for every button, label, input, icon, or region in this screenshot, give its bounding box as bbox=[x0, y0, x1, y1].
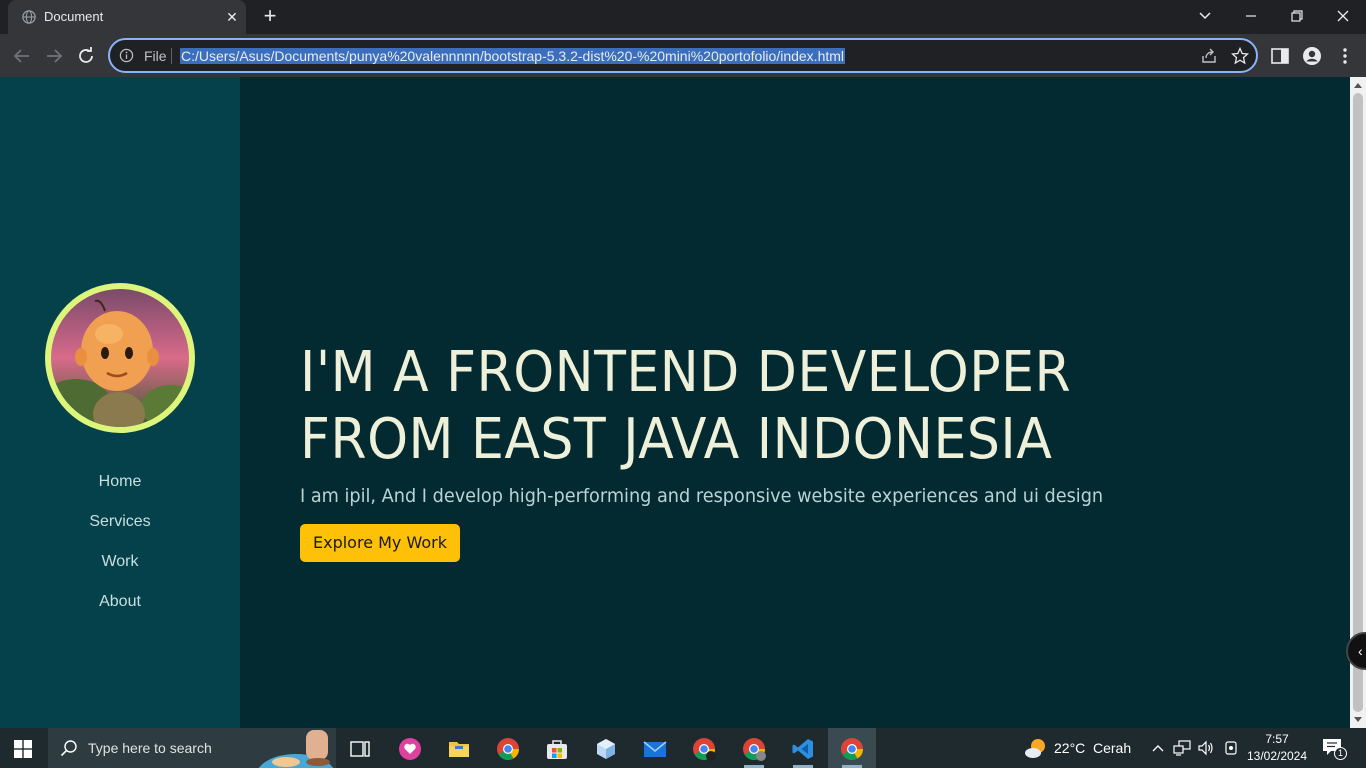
tray-chevron-up-icon[interactable] bbox=[1151, 741, 1165, 755]
weather-desc[interactable]: Cerah bbox=[1093, 740, 1131, 756]
vscode-icon bbox=[792, 739, 813, 759]
mail-app[interactable] bbox=[631, 728, 679, 768]
notification-center[interactable]: 1 bbox=[1322, 738, 1347, 760]
hero-section: I'M A FRONTEND DEVELOPER FROM EAST JAVA … bbox=[300, 339, 1300, 562]
clock-time: 7:57 bbox=[1265, 732, 1289, 746]
nav-work[interactable]: Work bbox=[0, 550, 240, 590]
volume-icon[interactable] bbox=[1197, 740, 1215, 756]
nav-about[interactable]: About bbox=[0, 590, 240, 630]
minimize-icon[interactable] bbox=[1237, 3, 1265, 29]
sidebar: Home Services Work About bbox=[0, 77, 240, 728]
nav-home[interactable]: Home bbox=[0, 470, 240, 510]
vscode-app[interactable] bbox=[779, 728, 827, 768]
cube-icon bbox=[597, 739, 615, 759]
new-tab-button[interactable]: + bbox=[258, 5, 282, 29]
chrome-icon bbox=[497, 738, 519, 760]
tab-title: Document bbox=[44, 9, 104, 24]
share-icon[interactable] bbox=[1200, 47, 1218, 65]
chat-heart-icon bbox=[399, 738, 421, 760]
address-bar[interactable]: File C:/Users/Asus/Documents/punya%20val… bbox=[108, 38, 1258, 73]
info-icon[interactable] bbox=[119, 48, 134, 63]
browser-toolbar: File C:/Users/Asus/Documents/punya%20val… bbox=[0, 34, 1366, 77]
chrome-active-app[interactable] bbox=[828, 728, 876, 768]
scroll-thumb[interactable] bbox=[1353, 93, 1363, 712]
avatar-image bbox=[51, 289, 189, 427]
notification-badge: 1 bbox=[1334, 747, 1347, 760]
side-panel-icon[interactable] bbox=[1270, 46, 1290, 66]
chrome-profile-one-app[interactable] bbox=[680, 728, 728, 768]
chrome-icon bbox=[841, 738, 863, 760]
tab-document[interactable]: Document ✕ bbox=[8, 0, 246, 34]
network-icon[interactable] bbox=[1173, 740, 1191, 756]
chrome-profile-icon bbox=[743, 738, 766, 761]
search-placeholder: Type here to search bbox=[88, 740, 212, 756]
clock-date: 13/02/2024 bbox=[1246, 749, 1308, 763]
restore-icon[interactable] bbox=[1283, 3, 1311, 29]
omnibox-divider bbox=[171, 48, 172, 64]
weather-temp[interactable]: 22°C bbox=[1054, 740, 1085, 756]
bookmark-star-icon[interactable] bbox=[1231, 47, 1249, 65]
reload-icon[interactable] bbox=[73, 43, 99, 69]
chrome-app[interactable] bbox=[484, 728, 532, 768]
search-highlight-illustration bbox=[258, 730, 334, 768]
meet-now-icon[interactable] bbox=[1222, 740, 1240, 756]
task-view-icon bbox=[350, 741, 370, 757]
hero-title-line-2: FROM EAST JAVA INDONESIA bbox=[300, 407, 1053, 472]
url-text[interactable]: C:/Users/Asus/Documents/punya%20valennnn… bbox=[180, 48, 846, 64]
forward-arrow-icon[interactable] bbox=[41, 43, 67, 69]
globe-icon bbox=[22, 10, 36, 24]
url-scheme-label: File bbox=[144, 48, 167, 64]
scroll-up-arrow-icon[interactable] bbox=[1354, 83, 1362, 88]
weather-sun-cloud-icon[interactable] bbox=[1024, 737, 1048, 759]
profile-icon[interactable] bbox=[1302, 46, 1322, 66]
page-viewport: Home Services Work About I'M A FRONTEND … bbox=[0, 77, 1350, 728]
hero-subtitle: I am ipil, And I develop high-performing… bbox=[300, 485, 1104, 507]
file-explorer-app[interactable] bbox=[435, 728, 483, 768]
task-view-app[interactable] bbox=[336, 728, 384, 768]
taskbar-search[interactable]: Type here to search bbox=[48, 728, 336, 768]
hero-title-line-1: I'M A FRONTEND DEVELOPER bbox=[300, 340, 1072, 405]
microsoft-store-app[interactable] bbox=[533, 728, 581, 768]
windows-start-icon[interactable] bbox=[14, 740, 32, 758]
system-clock[interactable]: 7:57 13/02/2024 bbox=[1244, 731, 1310, 765]
avatar bbox=[45, 283, 195, 433]
scroll-down-arrow-icon[interactable] bbox=[1354, 717, 1362, 722]
close-window-icon[interactable] bbox=[1329, 3, 1357, 29]
tab-strip: Document ✕ + bbox=[0, 0, 1366, 34]
search-icon bbox=[60, 740, 77, 757]
nav-services[interactable]: Services bbox=[0, 510, 240, 550]
store-bag-icon bbox=[547, 740, 567, 759]
chrome-profile-icon bbox=[693, 738, 716, 761]
hero-title: I'M A FRONTEND DEVELOPER FROM EAST JAVA … bbox=[300, 339, 1230, 473]
folder-icon bbox=[449, 742, 469, 757]
chrome-profile-two-app[interactable] bbox=[730, 728, 778, 768]
kebab-menu-icon[interactable] bbox=[1335, 46, 1355, 66]
vertical-scrollbar[interactable] bbox=[1350, 77, 1366, 728]
back-arrow-icon[interactable] bbox=[9, 43, 35, 69]
mail-icon bbox=[643, 741, 667, 757]
cube-app[interactable] bbox=[582, 728, 630, 768]
tab-search-chevron-icon[interactable] bbox=[1191, 3, 1219, 29]
tab-close-icon[interactable]: ✕ bbox=[224, 9, 240, 25]
taskbar: Type here to search 22°C Cerah 7:57 13/0… bbox=[0, 728, 1366, 768]
sidebar-nav: Home Services Work About bbox=[0, 470, 240, 630]
explore-work-button[interactable]: Explore My Work bbox=[300, 524, 460, 562]
chat-app[interactable] bbox=[386, 728, 434, 768]
